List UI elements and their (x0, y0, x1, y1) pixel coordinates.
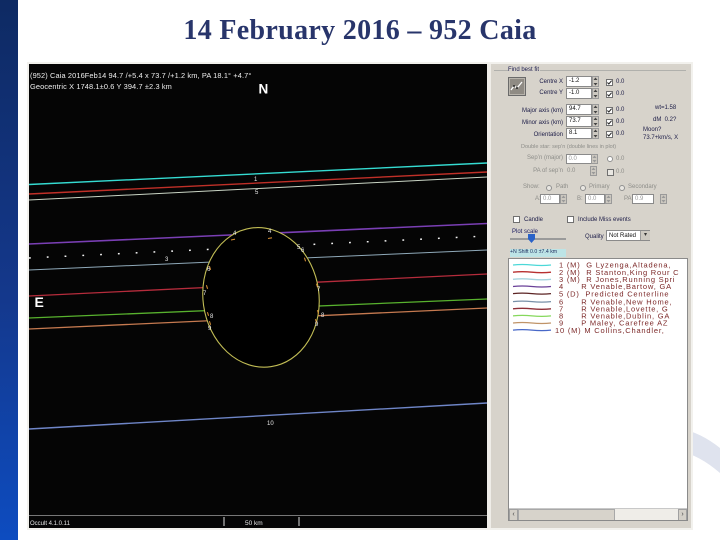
svg-text:50 km: 50 km (245, 520, 263, 527)
svg-text:N: N (259, 82, 269, 97)
svg-text:10 (M) M Collins,Chandler,: 10 (M) M Collins,Chandler, (555, 326, 665, 335)
svg-text:(952) Caia 2016Feb14 94.7 /: (952) Caia 2016Feb14 94.7 /+5.4 x 73.7 /… (30, 71, 251, 80)
svg-text:E: E (35, 294, 44, 310)
svg-text:10: 10 (267, 421, 274, 427)
svg-text:Occult 4.1.0.11: Occult 4.1.0.11 (30, 521, 71, 527)
svg-text:Geocentric X 1748.1±0.6 Y 3: Geocentric X 1748.1±0.6 Y 394.7 ±2.3 km (30, 82, 172, 91)
